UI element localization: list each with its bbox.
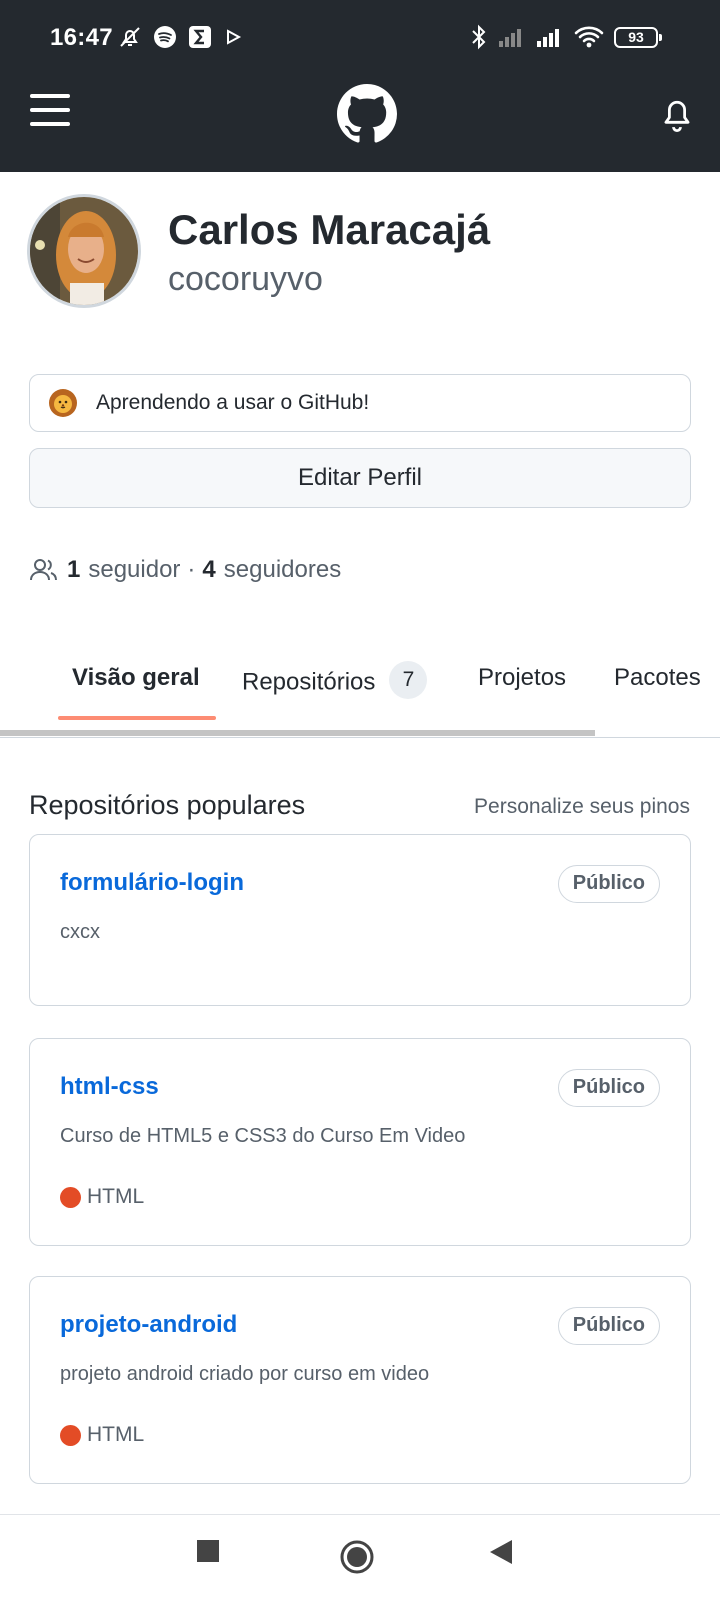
github-logo-icon[interactable] bbox=[337, 84, 397, 144]
menu-icon[interactable] bbox=[30, 92, 72, 128]
sigma-app-icon bbox=[189, 26, 211, 48]
lion-emoji-icon bbox=[49, 389, 77, 417]
edit-profile-button[interactable]: Editar Perfil bbox=[29, 448, 691, 508]
recents-square-icon[interactable] bbox=[196, 1539, 220, 1563]
status-bar: 16:47 93 bbox=[0, 0, 720, 62]
active-tab-indicator bbox=[58, 716, 216, 720]
followers-label[interactable]: seguidor bbox=[88, 556, 180, 584]
battery-icon: 93 bbox=[614, 26, 662, 48]
language-color-dot bbox=[60, 1186, 81, 1208]
wifi-icon bbox=[574, 26, 604, 48]
display-name: Carlos Maracajá bbox=[168, 206, 491, 253]
system-nav-bar bbox=[0, 1514, 720, 1600]
visibility-badge: Público bbox=[557, 1069, 660, 1107]
repositories-count-badge: 7 bbox=[389, 661, 428, 699]
status-right-icons: 93 bbox=[470, 24, 662, 50]
language-label: HTML bbox=[87, 1423, 145, 1446]
repo-language: HTML bbox=[60, 1423, 144, 1447]
repo-card[interactable]: html-css Público Curso de HTML5 e CSS3 d… bbox=[29, 1038, 691, 1246]
app-header bbox=[0, 62, 720, 172]
repo-name-link[interactable]: projeto-android bbox=[60, 1311, 237, 1339]
repo-card[interactable]: projeto-android Público projeto android … bbox=[29, 1276, 691, 1484]
bluetooth-icon bbox=[472, 24, 486, 50]
following-count[interactable]: 4 bbox=[202, 556, 215, 584]
following-label[interactable]: seguidores bbox=[224, 556, 341, 584]
signal-icon bbox=[537, 29, 559, 47]
tabs-scrollbar[interactable] bbox=[0, 730, 595, 736]
status-time: 16:47 bbox=[50, 24, 113, 51]
language-color-dot bbox=[60, 1424, 81, 1446]
repo-name-link[interactable]: formulário-login bbox=[60, 869, 244, 897]
repo-description: Curso de HTML5 e CSS3 do Curso Em Video bbox=[60, 1125, 466, 1147]
back-triangle-icon[interactable] bbox=[488, 1539, 514, 1565]
visibility-badge: Público bbox=[557, 1307, 660, 1345]
repo-language: HTML bbox=[60, 1185, 144, 1209]
user-status[interactable]: Aprendendo a usar o GitHub! bbox=[29, 374, 691, 432]
language-label: HTML bbox=[87, 1185, 145, 1208]
home-circle-icon[interactable] bbox=[339, 1539, 375, 1575]
separator: · bbox=[187, 556, 196, 583]
tabs-divider bbox=[0, 737, 720, 738]
customize-pins-link[interactable]: Personalize seus pinos bbox=[474, 795, 690, 819]
repo-name-link[interactable]: html-css bbox=[60, 1073, 159, 1101]
tab-overview[interactable]: Visão geral bbox=[72, 664, 200, 692]
status-text: Aprendendo a usar o GitHub! bbox=[96, 391, 370, 414]
visibility-badge: Público bbox=[557, 865, 660, 903]
profile-tabs: Visão geral Repositórios 7 Projetos Pacot… bbox=[0, 640, 720, 740]
repo-description: cxcx bbox=[60, 921, 100, 943]
followers-count[interactable]: 1 bbox=[67, 556, 80, 584]
spotify-icon bbox=[154, 26, 176, 48]
people-icon bbox=[30, 559, 57, 581]
username: cocoruyvo bbox=[168, 260, 323, 298]
tab-repositories[interactable]: Repositórios 7 bbox=[242, 661, 428, 702]
signal-icon bbox=[499, 29, 521, 47]
play-store-icon bbox=[227, 29, 242, 45]
status-left-icons bbox=[118, 25, 243, 49]
avatar[interactable] bbox=[27, 194, 141, 308]
tab-projects[interactable]: Projetos bbox=[478, 664, 566, 692]
repo-card[interactable]: formulário-login Público cxcx bbox=[29, 834, 691, 1006]
mute-bell-icon bbox=[120, 27, 140, 47]
bell-icon[interactable] bbox=[660, 96, 694, 132]
section-title: Repositórios populares bbox=[29, 790, 306, 820]
repo-description: projeto android criado por curso em vide… bbox=[60, 1363, 430, 1385]
tab-repositories-label: Repositórios bbox=[242, 668, 376, 696]
tab-packages[interactable]: Pacotes bbox=[614, 664, 701, 692]
followers-row: 1 seguidor · 4 seguidores bbox=[29, 556, 341, 584]
